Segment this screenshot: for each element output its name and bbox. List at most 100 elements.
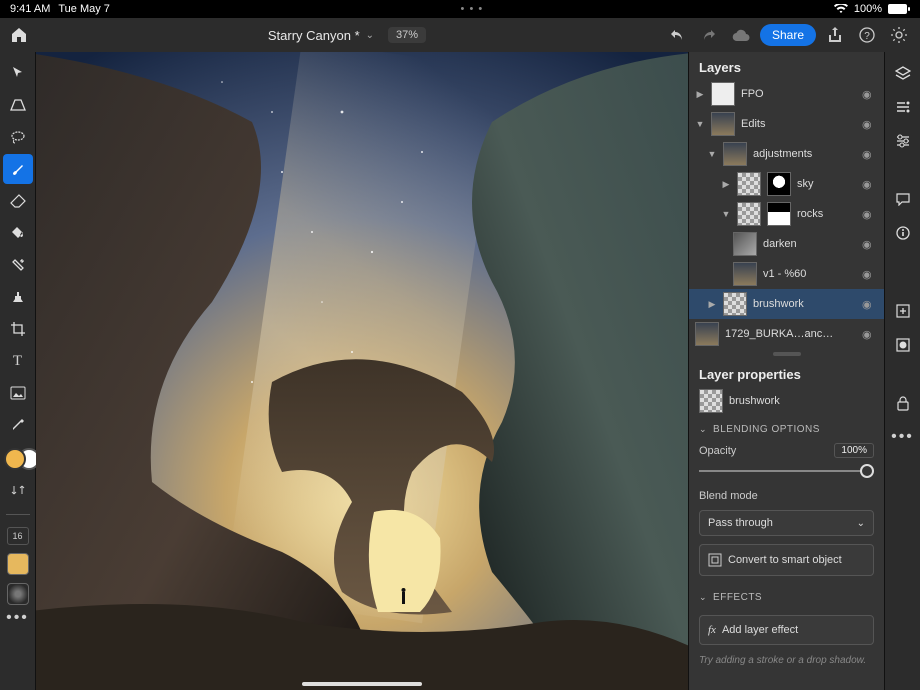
fill-tool-icon[interactable] [3, 218, 33, 248]
brush-size-value[interactable]: 16 [7, 527, 29, 545]
disclosure-icon[interactable]: ▼ [695, 119, 705, 129]
comments-icon[interactable] [888, 184, 918, 214]
left-toolbar: T 16 ••• [0, 52, 36, 690]
opacity-slider[interactable] [699, 462, 874, 480]
status-date: Tue May 7 [58, 3, 110, 15]
opacity-label: Opacity [699, 445, 736, 457]
layer-name: darken [763, 238, 797, 250]
layer-row-adjustments[interactable]: ▼ adjustments ◉ [689, 139, 884, 169]
more-tools-icon[interactable]: ••• [3, 607, 33, 629]
right-icon-strip: ••• [884, 52, 920, 690]
disclosure-icon[interactable]: ▶ [721, 179, 731, 190]
status-multitask-dots[interactable]: • • • [110, 3, 834, 15]
visibility-icon[interactable]: ◉ [862, 238, 878, 251]
layers-panel-title: Layers [689, 52, 884, 79]
layer-name: sky [797, 178, 814, 190]
layer-row-fpo[interactable]: ▶ FPO ◉ [689, 79, 884, 109]
redo-icon[interactable] [696, 22, 722, 48]
selected-layer-name: brushwork [729, 395, 780, 407]
help-icon[interactable]: ? [854, 22, 880, 48]
place-photo-tool-icon[interactable] [3, 378, 33, 408]
layer-properties-icon[interactable] [888, 92, 918, 122]
chevron-down-icon: ⌄ [366, 30, 374, 41]
settings-gear-icon[interactable] [886, 22, 912, 48]
add-layer-effect-button[interactable]: fx Add layer effect [699, 615, 874, 645]
status-time: 9:41 AM [10, 3, 50, 15]
move-tool-icon[interactable] [3, 58, 33, 88]
blend-mode-dropdown[interactable]: Pass through ⌄ [699, 510, 874, 536]
more-icon[interactable]: ••• [888, 422, 918, 452]
crop-tool-icon[interactable] [3, 314, 33, 344]
adjustments-icon[interactable] [888, 126, 918, 156]
clone-stamp-tool-icon[interactable] [3, 282, 33, 312]
disclosure-icon[interactable]: ▶ [707, 299, 717, 310]
zoom-level[interactable]: 37% [388, 27, 426, 43]
opacity-value[interactable]: 100% [834, 443, 874, 458]
visibility-icon[interactable]: ◉ [862, 118, 878, 131]
eraser-tool-icon[interactable] [3, 186, 33, 216]
layers-icon[interactable] [888, 58, 918, 88]
battery-pct: 100% [854, 3, 882, 15]
mask-icon[interactable] [888, 330, 918, 360]
cloud-icon[interactable] [728, 22, 754, 48]
swap-colors-icon[interactable] [3, 480, 33, 500]
chevron-down-icon: ⌄ [857, 518, 865, 529]
visibility-icon[interactable]: ◉ [862, 178, 878, 191]
blend-mode-value: Pass through [708, 517, 773, 529]
layer-row-darken[interactable]: darken ◉ [689, 229, 884, 259]
layer-name: v1 - %60 [763, 268, 806, 280]
layer-name: FPO [741, 88, 764, 100]
convert-smart-object-button[interactable]: Convert to smart object [699, 544, 874, 576]
foreground-color-swatch[interactable] [4, 448, 26, 470]
chevron-down-icon: ⌄ [699, 424, 707, 435]
visibility-icon[interactable]: ◉ [862, 268, 878, 281]
layer-name: Edits [741, 118, 765, 130]
add-layer-icon[interactable] [888, 296, 918, 326]
transform-tool-icon[interactable] [3, 90, 33, 120]
effects-header[interactable]: ⌄ EFFECTS [689, 584, 884, 607]
brush-tool-icon[interactable] [3, 154, 33, 184]
layer-row-sky[interactable]: ▶ sky ◉ [689, 169, 884, 199]
info-icon[interactable] [888, 218, 918, 248]
blending-options-header[interactable]: ⌄ BLENDING OPTIONS [689, 416, 884, 439]
layer-name: adjustments [753, 148, 812, 160]
lock-icon[interactable] [888, 388, 918, 418]
heal-tool-icon[interactable] [3, 250, 33, 280]
brush-preview-swatch[interactable] [7, 583, 29, 605]
fx-icon: fx [708, 624, 716, 636]
layer-row-edits[interactable]: ▼ Edits ◉ [689, 109, 884, 139]
lasso-tool-icon[interactable] [3, 122, 33, 152]
visibility-icon[interactable]: ◉ [862, 328, 878, 341]
layer-row-brushwork[interactable]: ▶ brushwork ◉ [689, 289, 884, 319]
share-button[interactable]: Share [760, 24, 816, 46]
type-tool-icon[interactable]: T [3, 346, 33, 376]
disclosure-icon[interactable]: ▼ [721, 209, 731, 219]
panel-resize-handle[interactable] [689, 349, 884, 359]
home-icon[interactable] [8, 24, 30, 46]
undo-icon[interactable] [664, 22, 690, 48]
blend-mode-label: Blend mode [699, 490, 758, 502]
ipad-statusbar: 9:41 AM Tue May 7 • • • 100% [0, 0, 920, 18]
layer-row-rocks[interactable]: ▼ rocks ◉ [689, 199, 884, 229]
visibility-icon[interactable]: ◉ [862, 298, 878, 311]
layer-row-v1[interactable]: v1 - %60 ◉ [689, 259, 884, 289]
layer-name: brushwork [753, 298, 804, 310]
right-panel: Layers ▶ FPO ◉ ▼ Edits ◉ ▼ adjustments ◉ [688, 52, 884, 690]
document-title[interactable]: Starry Canyon * ⌄ 37% [268, 27, 426, 43]
svg-text:?: ? [864, 31, 870, 42]
battery-icon [888, 4, 910, 14]
visibility-icon[interactable]: ◉ [862, 88, 878, 101]
disclosure-icon[interactable]: ▼ [707, 149, 717, 159]
document-canvas[interactable] [36, 52, 688, 690]
brush-color-swatch[interactable] [7, 553, 29, 575]
effects-hint: Try adding a stroke or a drop shadow. [689, 653, 884, 672]
visibility-icon[interactable]: ◉ [862, 148, 878, 161]
home-indicator[interactable] [302, 682, 422, 686]
layer-row-base[interactable]: 1729_BURKA…anced-NR33 ◉ [689, 319, 884, 349]
disclosure-icon[interactable]: ▶ [695, 89, 705, 100]
visibility-icon[interactable]: ◉ [862, 208, 878, 221]
layer-properties-title: Layer properties [689, 359, 884, 386]
chevron-down-icon: ⌄ [699, 592, 707, 603]
eyedropper-tool-icon[interactable] [3, 410, 33, 440]
export-icon[interactable] [822, 22, 848, 48]
